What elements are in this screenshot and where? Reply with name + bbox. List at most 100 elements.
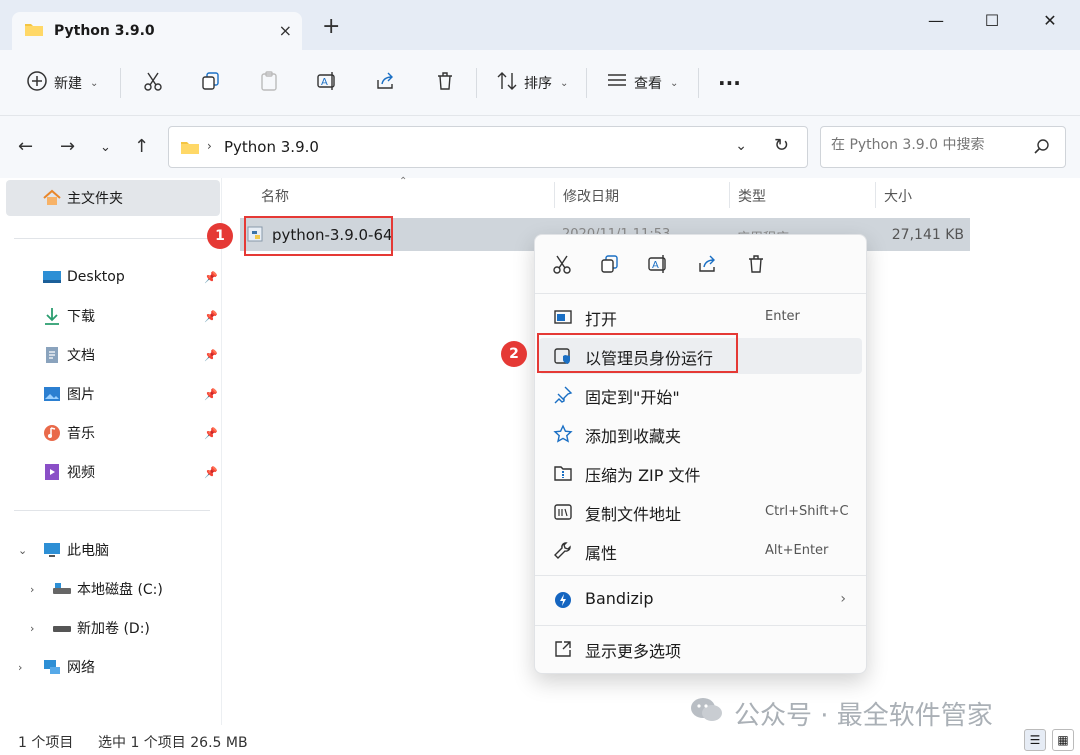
column-header-name[interactable]: 名称 [261,186,289,206]
command-bar: 新建 ⌄ A 排序 ⌄ 查看 ⌄ ··· [0,50,1080,116]
delete-button[interactable] [434,70,456,96]
paste-button[interactable] [258,70,280,96]
highlight-box-run-as-admin [537,333,738,373]
share-icon [374,70,396,96]
divider [476,68,477,98]
folder-icon [24,21,44,41]
menu-item-open[interactable]: 打开 Enter [539,299,862,335]
watermark: 公众号 · 最全软件管家 [690,697,993,731]
cut-icon[interactable] [551,253,573,275]
divider [14,510,210,511]
view-label: 查看 [634,76,662,92]
sidebar-item-network[interactable]: › 网络 [0,649,222,685]
search-input[interactable] [831,137,1021,153]
menu-item-add-favorites[interactable]: 添加到收藏夹 [539,416,862,452]
column-header-date[interactable]: 修改日期 [563,186,619,206]
chevron-right-icon[interactable]: › [18,661,22,674]
sort-button[interactable]: 排序 ⌄ [496,70,568,96]
network-icon [42,657,62,677]
delete-icon[interactable] [745,253,767,275]
menu-item-copy-path[interactable]: 复制文件地址 Ctrl+Shift+C [539,494,862,530]
share-button[interactable] [374,70,396,96]
tiles-view-icon[interactable]: ▦ [1052,729,1074,751]
more-options-icon [553,639,573,659]
sidebar-item-drive-d[interactable]: › 新加卷 (D:) [0,610,222,646]
breadcrumb-chevron-icon: › [207,139,212,153]
sidebar-item-desktop[interactable]: Desktop 📌 [0,259,222,295]
forward-icon[interactable]: → [60,136,75,157]
back-icon[interactable]: ← [18,136,33,157]
selection-info: 选中 1 个项目 26.5 MB [98,735,248,751]
column-header-type[interactable]: 类型 [738,186,766,206]
rename-icon[interactable]: A [647,253,669,275]
menu-divider [535,625,866,626]
column-divider[interactable] [729,182,730,208]
pin-icon[interactable]: 📌 [204,310,218,323]
copy-button[interactable] [200,70,222,96]
sidebar-item-videos[interactable]: 视频 📌 [0,454,222,490]
breadcrumb-path[interactable]: Python 3.9.0 [224,138,319,156]
menu-item-bandizip[interactable]: Bandizip › [539,582,862,618]
new-tab-button[interactable]: + [322,16,340,38]
tab-python-folder[interactable]: Python 3.9.0 × [12,12,302,50]
tab-close-icon[interactable]: × [279,21,292,40]
close-button[interactable]: ✕ [1030,8,1070,32]
column-header-size[interactable]: 大小 [884,186,912,206]
divider [698,68,699,98]
column-divider[interactable] [554,182,555,208]
menu-item-label: 压缩为 ZIP 文件 [585,466,701,485]
refresh-icon[interactable]: ↻ [774,135,789,156]
sidebar-item-this-pc[interactable]: ⌄ 此电脑 [0,532,222,568]
address-dropdown-icon[interactable]: ⌄ [735,138,747,154]
sidebar-item-documents[interactable]: 文档 📌 [0,337,222,373]
address-bar[interactable]: › Python 3.9.0 ⌄ ↻ [168,126,808,168]
share-icon[interactable] [696,253,718,275]
menu-item-compress-zip[interactable]: 压缩为 ZIP 文件 [539,455,862,491]
sidebar-item-label: 下载 [67,309,95,325]
more-button[interactable]: ··· [718,70,741,96]
up-icon[interactable]: ↑ [134,136,149,157]
copy-icon[interactable] [599,253,621,275]
sidebar-item-downloads[interactable]: 下载 📌 [0,298,222,334]
column-divider[interactable] [875,182,876,208]
sort-label: 排序 [524,76,552,92]
pin-icon[interactable]: 📌 [204,427,218,440]
pin-icon[interactable]: 📌 [204,271,218,284]
chevron-down-icon: ⌄ [560,77,569,89]
pin-icon[interactable]: 📌 [204,349,218,362]
sidebar-item-music[interactable]: 音乐 📌 [0,415,222,451]
menu-item-label: 复制文件地址 [585,505,682,524]
sidebar-item-label: 文档 [67,348,95,364]
folder-icon [180,139,200,159]
cut-button[interactable] [142,70,164,96]
context-menu: A 打开 Enter 以管理员身份运行 固定到"开始" 添加到收藏夹 压缩为 Z… [534,234,867,674]
menu-item-show-more[interactable]: 显示更多选项 [539,631,862,667]
sidebar-item-drive-c[interactable]: › 本地磁盘 (C:) [0,571,222,607]
menu-item-pin-to-start[interactable]: 固定到"开始" [539,377,862,413]
pin-icon [553,385,573,405]
sidebar-item-home[interactable]: 主文件夹 [6,180,220,216]
new-button[interactable]: 新建 ⌄ [26,70,98,96]
menu-item-properties[interactable]: 属性 Alt+Enter [539,533,862,569]
maximize-button[interactable]: ☐ [972,8,1012,32]
minimize-button[interactable]: — [916,8,956,32]
cut-icon [142,70,164,96]
menu-divider [535,293,866,294]
sidebar-item-label: 网络 [67,660,95,676]
view-button[interactable]: 查看 ⌄ [606,70,678,96]
divider [586,68,587,98]
search-icon[interactable] [1033,138,1051,160]
chevron-right-icon[interactable]: › [30,622,34,635]
pin-icon[interactable]: 📌 [204,388,218,401]
drive-icon [52,618,72,638]
rename-button[interactable]: A [316,70,338,96]
chevron-right-icon[interactable]: › [30,583,34,596]
step-badge-2: 2 [501,341,527,367]
chevron-down-icon[interactable]: ⌄ [18,544,27,557]
recent-chevron-icon[interactable]: ⌄ [100,140,111,155]
details-view-icon[interactable]: ☰ [1024,729,1046,751]
pin-icon[interactable]: 📌 [204,466,218,479]
sidebar-item-pictures[interactable]: 图片 📌 [0,376,222,412]
sidebar-item-label: Desktop [67,269,125,285]
search-box[interactable] [820,126,1066,168]
